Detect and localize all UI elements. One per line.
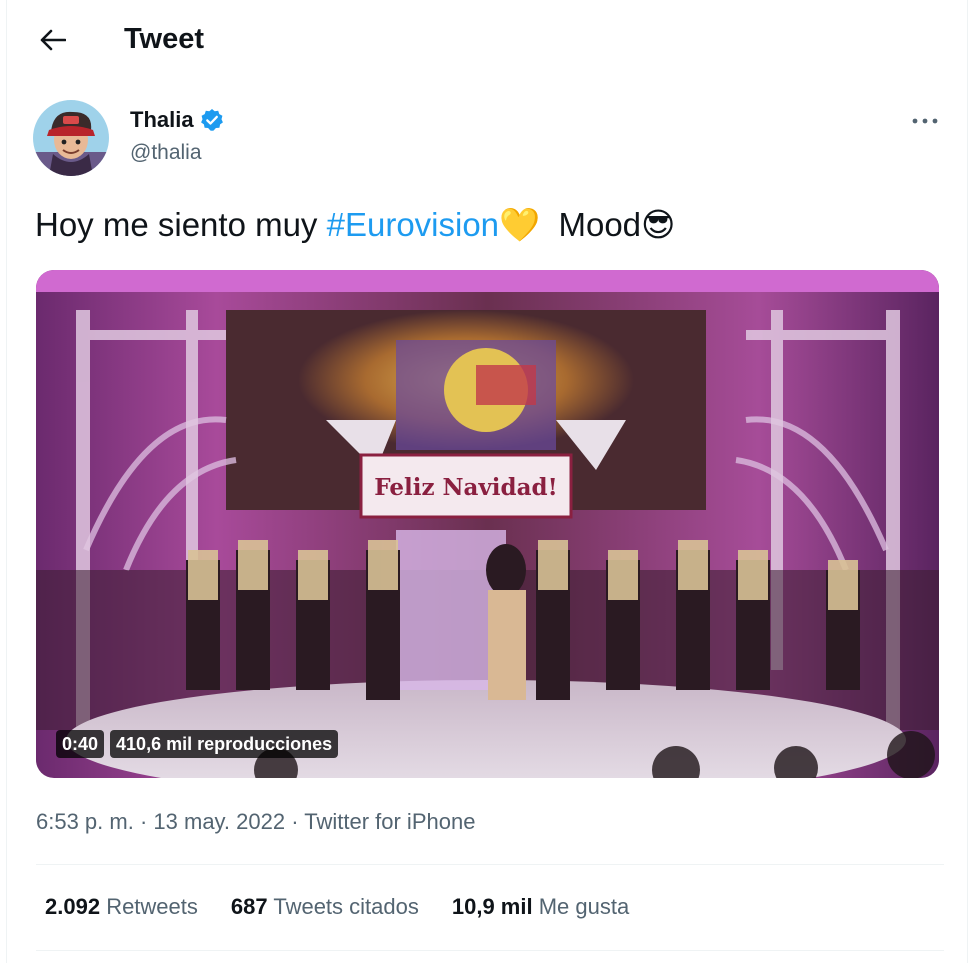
stat-label: Retweets bbox=[106, 894, 198, 919]
tweet-date[interactable]: 13 may. 2022 bbox=[153, 809, 285, 834]
tweet-author: Thalia @thalia bbox=[33, 100, 953, 180]
video-duration: 0:40 bbox=[56, 730, 105, 758]
retweets-stat[interactable]: 2.092 Retweets bbox=[45, 892, 198, 922]
sunglasses-emoji: 😎 bbox=[641, 206, 676, 243]
page-header: Tweet bbox=[7, 0, 969, 76]
stat-label: Tweets citados bbox=[273, 894, 419, 919]
yellow-heart-emoji: 💛 bbox=[499, 206, 541, 243]
more-options-button[interactable] bbox=[905, 106, 945, 136]
tweet-text-start: Hoy me siento muy bbox=[35, 206, 327, 243]
quote-tweets-stat[interactable]: 687 Tweets citados bbox=[231, 892, 419, 922]
back-button[interactable] bbox=[33, 20, 73, 60]
tweet-timestamp-line: 6:53 p. m. · 13 may. 2022 · Twitter for … bbox=[36, 807, 475, 837]
author-handle[interactable]: @thalia bbox=[130, 140, 202, 166]
hashtag-link[interactable]: #Eurovision bbox=[327, 206, 499, 243]
author-name-line: Thalia bbox=[130, 106, 224, 134]
tweet-text-end: Mood bbox=[558, 206, 642, 243]
svg-text:Feliz Navidad!: Feliz Navidad! bbox=[374, 474, 557, 501]
avatar[interactable] bbox=[33, 100, 109, 176]
tweet-source[interactable]: Twitter for iPhone bbox=[304, 809, 475, 834]
verified-badge-icon bbox=[200, 109, 223, 131]
tweet-stats: 2.092 Retweets 687 Tweets citados 10,9 m… bbox=[45, 892, 662, 922]
video-thumbnail: Feliz Navidad! bbox=[36, 270, 939, 778]
page-title: Tweet bbox=[124, 23, 205, 55]
meta-separator: · bbox=[133, 809, 154, 834]
stat-label: Me gusta bbox=[538, 894, 630, 919]
video-player[interactable]: Feliz Navidad! 0:40 410,6 mil reproducci… bbox=[36, 270, 939, 778]
likes-stat[interactable]: 10,9 mil Me gusta bbox=[452, 892, 629, 922]
video-badges: 0:40 410,6 mil reproducciones bbox=[56, 730, 339, 758]
more-horizontal-icon bbox=[912, 118, 938, 124]
video-view-count: 410,6 mil reproducciones bbox=[110, 730, 339, 758]
divider bbox=[36, 950, 944, 951]
tweet-text: Hoy me siento muy #Eurovision💛 Mood😎 bbox=[35, 202, 675, 248]
stat-count: 10,9 mil bbox=[451, 894, 533, 919]
arrow-left-icon bbox=[40, 29, 66, 51]
divider bbox=[36, 864, 944, 865]
stat-count: 2.092 bbox=[45, 894, 101, 919]
stat-count: 687 bbox=[230, 894, 268, 919]
meta-separator: · bbox=[285, 809, 305, 834]
author-display-name[interactable]: Thalia bbox=[130, 106, 194, 134]
tweet-time[interactable]: 6:53 p. m. bbox=[36, 809, 134, 834]
tweet-detail-panel: Tweet Thalia @thalia Hoy me siento muy #… bbox=[6, 0, 968, 963]
